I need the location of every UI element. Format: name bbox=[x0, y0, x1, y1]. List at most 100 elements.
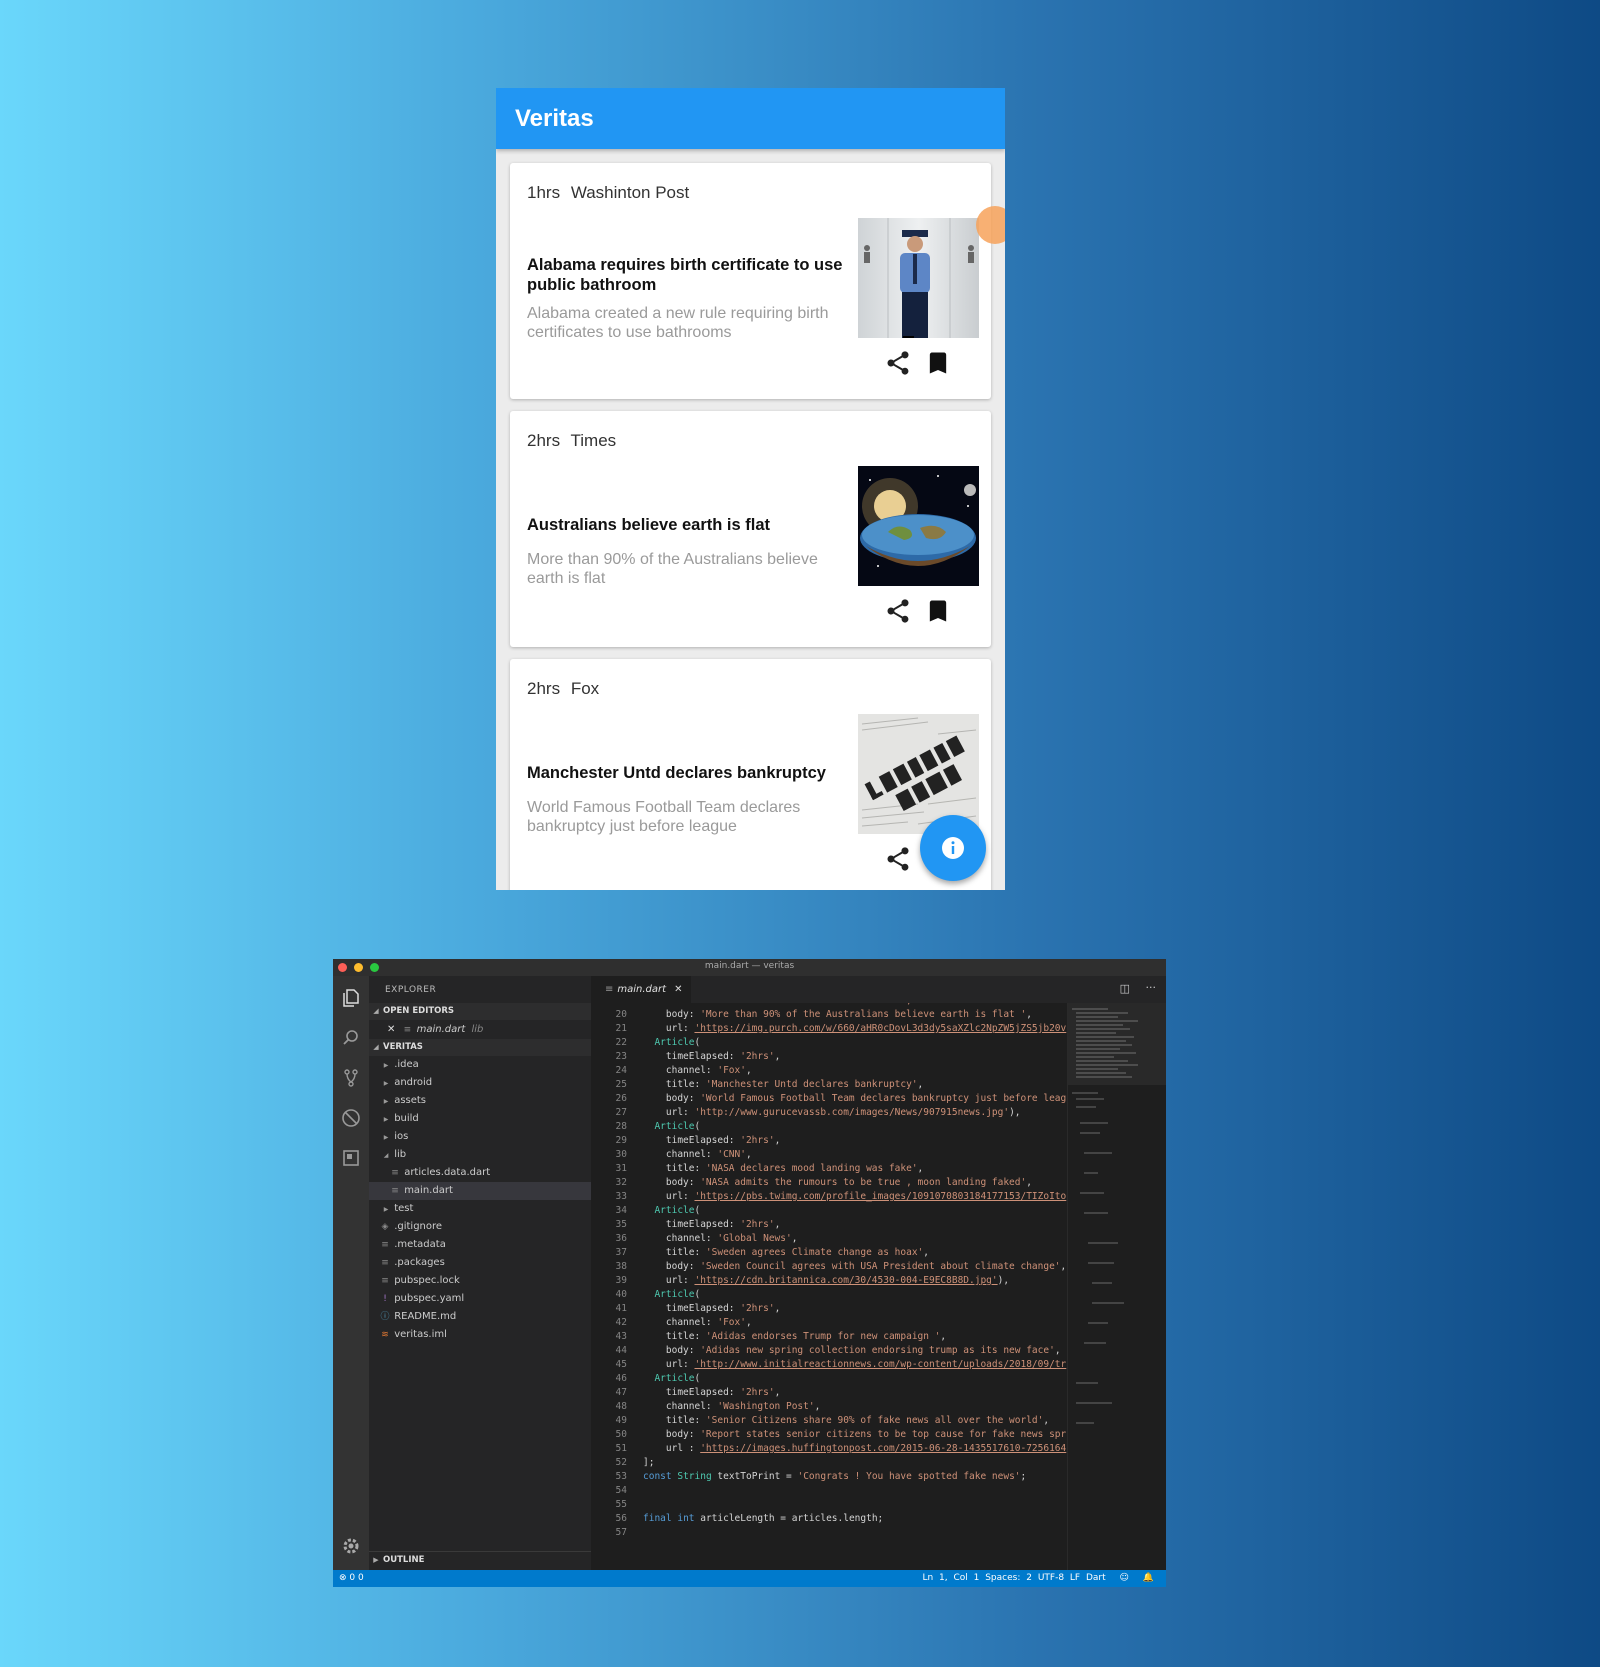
code-line: timeElapsed: '2hrs', bbox=[643, 1219, 781, 1230]
bookmark-icon[interactable] bbox=[924, 349, 952, 377]
line-number: 38 bbox=[615, 1261, 627, 1272]
tree-folder[interactable]: ▶ assets bbox=[369, 1092, 603, 1110]
line-number: 32 bbox=[615, 1177, 627, 1188]
line-number: 47 bbox=[615, 1387, 627, 1398]
tree-file[interactable]: ≋ veritas.iml bbox=[369, 1326, 601, 1344]
search-icon[interactable] bbox=[341, 1028, 361, 1048]
line-number: 42 bbox=[615, 1317, 627, 1328]
code-line: url: 'http://www.gurucevassb.com/images/… bbox=[643, 1107, 1021, 1118]
app-title: Veritas bbox=[515, 105, 594, 132]
code-line: body: 'Sweden Council agrees with USA Pr… bbox=[643, 1261, 1067, 1272]
line-number: 36 bbox=[615, 1233, 627, 1244]
code-line: body: 'Report states senior citizens to … bbox=[643, 1429, 1067, 1440]
code-line: title: 'Australians believe earth is fla… bbox=[643, 1003, 912, 1006]
project-section[interactable]: ◢ VERITAS bbox=[369, 1039, 591, 1056]
minimap[interactable] bbox=[1067, 1003, 1166, 1570]
time-elapsed: 2hrs bbox=[527, 679, 561, 698]
feedback-icon[interactable]: ☺ bbox=[1120, 1573, 1129, 1583]
file-icon: ≡ bbox=[381, 1240, 389, 1250]
line-number: 28 bbox=[615, 1121, 627, 1132]
files-icon[interactable] bbox=[341, 988, 361, 1008]
tree-file[interactable]: ◈ .gitignore bbox=[369, 1218, 601, 1236]
more-actions-icon[interactable]: ··· bbox=[1146, 981, 1157, 994]
code-editor-window: main.dart — veritas EXPLORER ◢ OPEN EDITO… bbox=[333, 959, 1166, 1587]
chevron-right-icon: ▶ bbox=[383, 1116, 389, 1123]
article-body: More than 90% of the Australians believe… bbox=[527, 551, 818, 587]
line-number: 57 bbox=[615, 1527, 627, 1538]
line-number: 46 bbox=[615, 1373, 627, 1384]
error-icon: ⊗ bbox=[339, 1573, 347, 1583]
debug-icon[interactable] bbox=[341, 1108, 361, 1128]
file-icon: ≡ bbox=[391, 1168, 399, 1178]
rss-icon: ≋ bbox=[381, 1330, 389, 1340]
code-line: channel: 'Washington Post', bbox=[643, 1401, 821, 1412]
tree-folder[interactable]: ◢ lib bbox=[369, 1146, 603, 1164]
source-control-icon[interactable] bbox=[341, 1068, 361, 1088]
tree-folder[interactable]: ▶ build bbox=[369, 1110, 603, 1128]
time-elapsed: 2hrs bbox=[527, 431, 561, 450]
line-number: 21 bbox=[615, 1023, 627, 1034]
tree-folder[interactable]: ▶ android bbox=[369, 1074, 603, 1092]
file-icon: ≡ bbox=[381, 1276, 389, 1286]
extensions-icon[interactable] bbox=[341, 1148, 361, 1168]
code-line: body: 'NASA admits the rumours to be tru… bbox=[643, 1177, 1032, 1188]
close-icon[interactable]: ✕ bbox=[387, 1024, 395, 1035]
news-card[interactable]: 2hrs Fox Manchester Untd declares bankru… bbox=[510, 659, 991, 890]
tree-folder[interactable]: ▶ .idea bbox=[369, 1056, 603, 1074]
outline-section[interactable]: ▶ OUTLINE bbox=[369, 1551, 591, 1569]
chevron-down-icon: ◢ bbox=[373, 1043, 379, 1051]
tree-file[interactable]: ≡ articles.data.dart bbox=[369, 1164, 611, 1182]
line-number: 49 bbox=[615, 1415, 627, 1426]
code-line: url : 'https://images.huffingtonpost.com… bbox=[643, 1443, 1067, 1454]
tree-folder[interactable]: ▶ test bbox=[369, 1200, 603, 1218]
share-icon[interactable] bbox=[884, 349, 912, 377]
bell-icon[interactable]: 🔔 bbox=[1143, 1573, 1154, 1583]
code-line: const String textToPrint = 'Congrats ! Y… bbox=[643, 1471, 1027, 1482]
line-number: 41 bbox=[615, 1303, 627, 1314]
tab-main-dart[interactable]: ≡ main.dart ✕ bbox=[591, 976, 691, 1003]
code-line: timeElapsed: '2hrs', bbox=[643, 1051, 781, 1062]
open-editors-section[interactable]: ◢ OPEN EDITORS bbox=[369, 1003, 591, 1020]
code-line: final int articleLength = articles.lengt… bbox=[643, 1513, 884, 1524]
code-line: url: 'https://img.purch.com/w/660/aHR0cD… bbox=[643, 1023, 1067, 1034]
tree-file[interactable]: ! pubspec.yaml bbox=[369, 1290, 601, 1308]
code-line: Article( bbox=[654, 1289, 701, 1300]
line-number: 45 bbox=[615, 1359, 627, 1370]
code-editor[interactable]: 20 21 22 23 24 25 26 27 28 29 30 31 32 33 34 35 36 37 38 39… bbox=[591, 1003, 1067, 1570]
file-icon: ≡ bbox=[605, 984, 614, 995]
chevron-down-icon: ◢ bbox=[383, 1152, 389, 1159]
tree-folder[interactable]: ▶ ios bbox=[369, 1128, 603, 1146]
close-icon[interactable]: ✕ bbox=[674, 984, 682, 995]
gear-icon[interactable] bbox=[341, 1536, 361, 1556]
article-body: World Famous Football Team declares bank… bbox=[527, 799, 801, 835]
tree-file[interactable]: ≡ .metadata bbox=[369, 1236, 601, 1254]
share-icon[interactable] bbox=[884, 597, 912, 625]
split-editor-icon[interactable]: ◫ bbox=[1120, 982, 1130, 995]
news-card[interactable]: 2hrs Times Australians believe earth is … bbox=[510, 411, 991, 647]
open-editor-item[interactable]: ✕ ≡ main.dart lib bbox=[369, 1021, 609, 1039]
line-number: 51 bbox=[615, 1443, 627, 1454]
tree-file-selected[interactable]: ≡ main.dart bbox=[369, 1182, 611, 1200]
chevron-right-icon: ▶ bbox=[383, 1080, 389, 1087]
code-line: channel: 'Global News', bbox=[643, 1233, 798, 1244]
article-body: Alabama created a new rule requiring bir… bbox=[527, 305, 829, 341]
chevron-right-icon: ▶ bbox=[373, 1556, 379, 1564]
problems-indicator[interactable]: ⊗ 0 0 bbox=[339, 1570, 364, 1587]
line-number: 27 bbox=[615, 1107, 627, 1118]
tree-file[interactable]: ⓘ README.md bbox=[369, 1308, 601, 1326]
tree-file[interactable]: ≡ .packages bbox=[369, 1254, 601, 1272]
share-icon[interactable] bbox=[884, 845, 912, 873]
card-meta: 2hrs Fox bbox=[527, 679, 605, 699]
code-line: body: 'World Famous Football Team declar… bbox=[643, 1093, 1067, 1104]
line-number: 37 bbox=[615, 1247, 627, 1258]
info-fab-button[interactable] bbox=[920, 815, 986, 881]
line-number: 26 bbox=[615, 1093, 627, 1104]
code-line: title: 'Adidas endorses Trump for new ca… bbox=[643, 1331, 947, 1342]
news-card[interactable]: 1hrs Washinton Post Alabama requires bir… bbox=[510, 163, 991, 399]
info-icon: ⓘ bbox=[380, 1312, 390, 1322]
code-line: body: 'Adidas new spring collection endo… bbox=[643, 1345, 1061, 1356]
tree-file[interactable]: ≡ pubspec.lock bbox=[369, 1272, 601, 1290]
code-line: timeElapsed: '2hrs', bbox=[643, 1303, 781, 1314]
line-number: 44 bbox=[615, 1345, 627, 1356]
bookmark-icon[interactable] bbox=[924, 597, 952, 625]
